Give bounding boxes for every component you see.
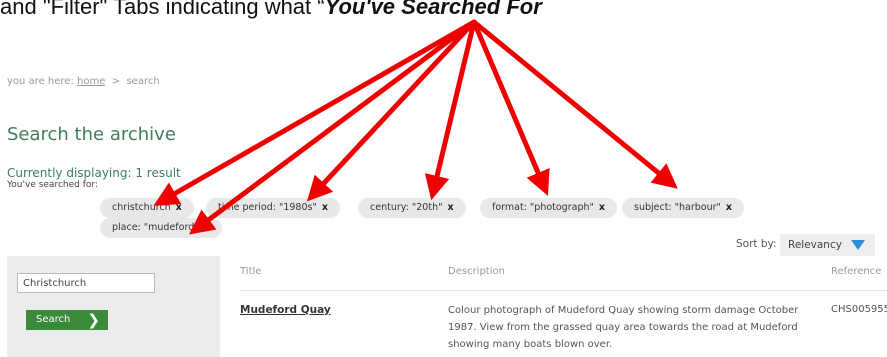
arrow-to-time-period [306, 19, 477, 202]
arrow-to-place [188, 19, 477, 235]
arrow-to-format [471, 19, 550, 196]
annotation-arrows [153, 19, 678, 235]
arrow-to-subject [471, 19, 678, 189]
arrow-to-christchurch [153, 19, 477, 206]
